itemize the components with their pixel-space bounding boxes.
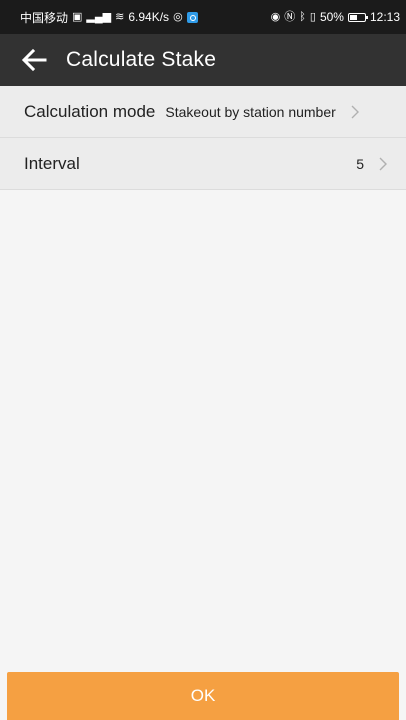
interval-label: Interval bbox=[24, 153, 80, 173]
eye-icon: ◉ bbox=[270, 10, 281, 23]
battery-icon bbox=[347, 12, 368, 22]
search-app-notification-icon bbox=[186, 11, 198, 23]
carrier-label: 中国移动 bbox=[20, 10, 69, 25]
clock-label: 12:13 bbox=[369, 10, 400, 24]
page-title: Calculate Stake bbox=[66, 48, 217, 71]
calculation-mode-label: Calculation mode bbox=[24, 101, 156, 121]
nfc-icon: Ⓝ bbox=[284, 10, 296, 23]
bluetooth-icon: ᛒ bbox=[299, 10, 306, 23]
status-bar-right: ◉ Ⓝ ᛒ ▯ 50% 12:13 bbox=[271, 10, 400, 24]
calculation-mode-row[interactable]: Calculation mode Stakeout by station num… bbox=[0, 86, 406, 138]
calculation-mode-value: Stakeout by station number bbox=[165, 103, 336, 120]
sim-icon: ▣ bbox=[72, 10, 83, 23]
chevron-right-icon bbox=[350, 105, 360, 119]
chevron-right-icon bbox=[378, 157, 388, 171]
wifi-icon: ≋ bbox=[115, 10, 125, 23]
ok-button[interactable]: OK bbox=[7, 672, 399, 720]
arrow-left-icon bbox=[21, 48, 47, 72]
net-speed-label: 6.94K/s bbox=[128, 10, 170, 24]
interval-value: 5 bbox=[356, 155, 364, 172]
back-button[interactable] bbox=[12, 34, 56, 86]
screen: 中国移动 ▣ ▂▄▆ ≋ 6.94K/s ◎ ◉ Ⓝ ᛒ ▯ 50% 12:13… bbox=[0, 0, 406, 720]
battery-percent-label: 50% bbox=[319, 10, 344, 24]
settings-list: Calculation mode Stakeout by station num… bbox=[0, 86, 406, 190]
chat-notification-icon: ◎ bbox=[173, 10, 183, 23]
interval-row[interactable]: Interval 5 bbox=[0, 138, 406, 190]
vibrate-icon: ▯ bbox=[309, 10, 316, 23]
app-bar: Calculate Stake bbox=[0, 34, 406, 86]
status-bar: 中国移动 ▣ ▂▄▆ ≋ 6.94K/s ◎ ◉ Ⓝ ᛒ ▯ 50% 12:13 bbox=[0, 0, 406, 34]
status-bar-left: 中国移动 ▣ ▂▄▆ ≋ 6.94K/s ◎ bbox=[20, 9, 198, 26]
signal-icon: ▂▄▆ bbox=[86, 10, 112, 23]
